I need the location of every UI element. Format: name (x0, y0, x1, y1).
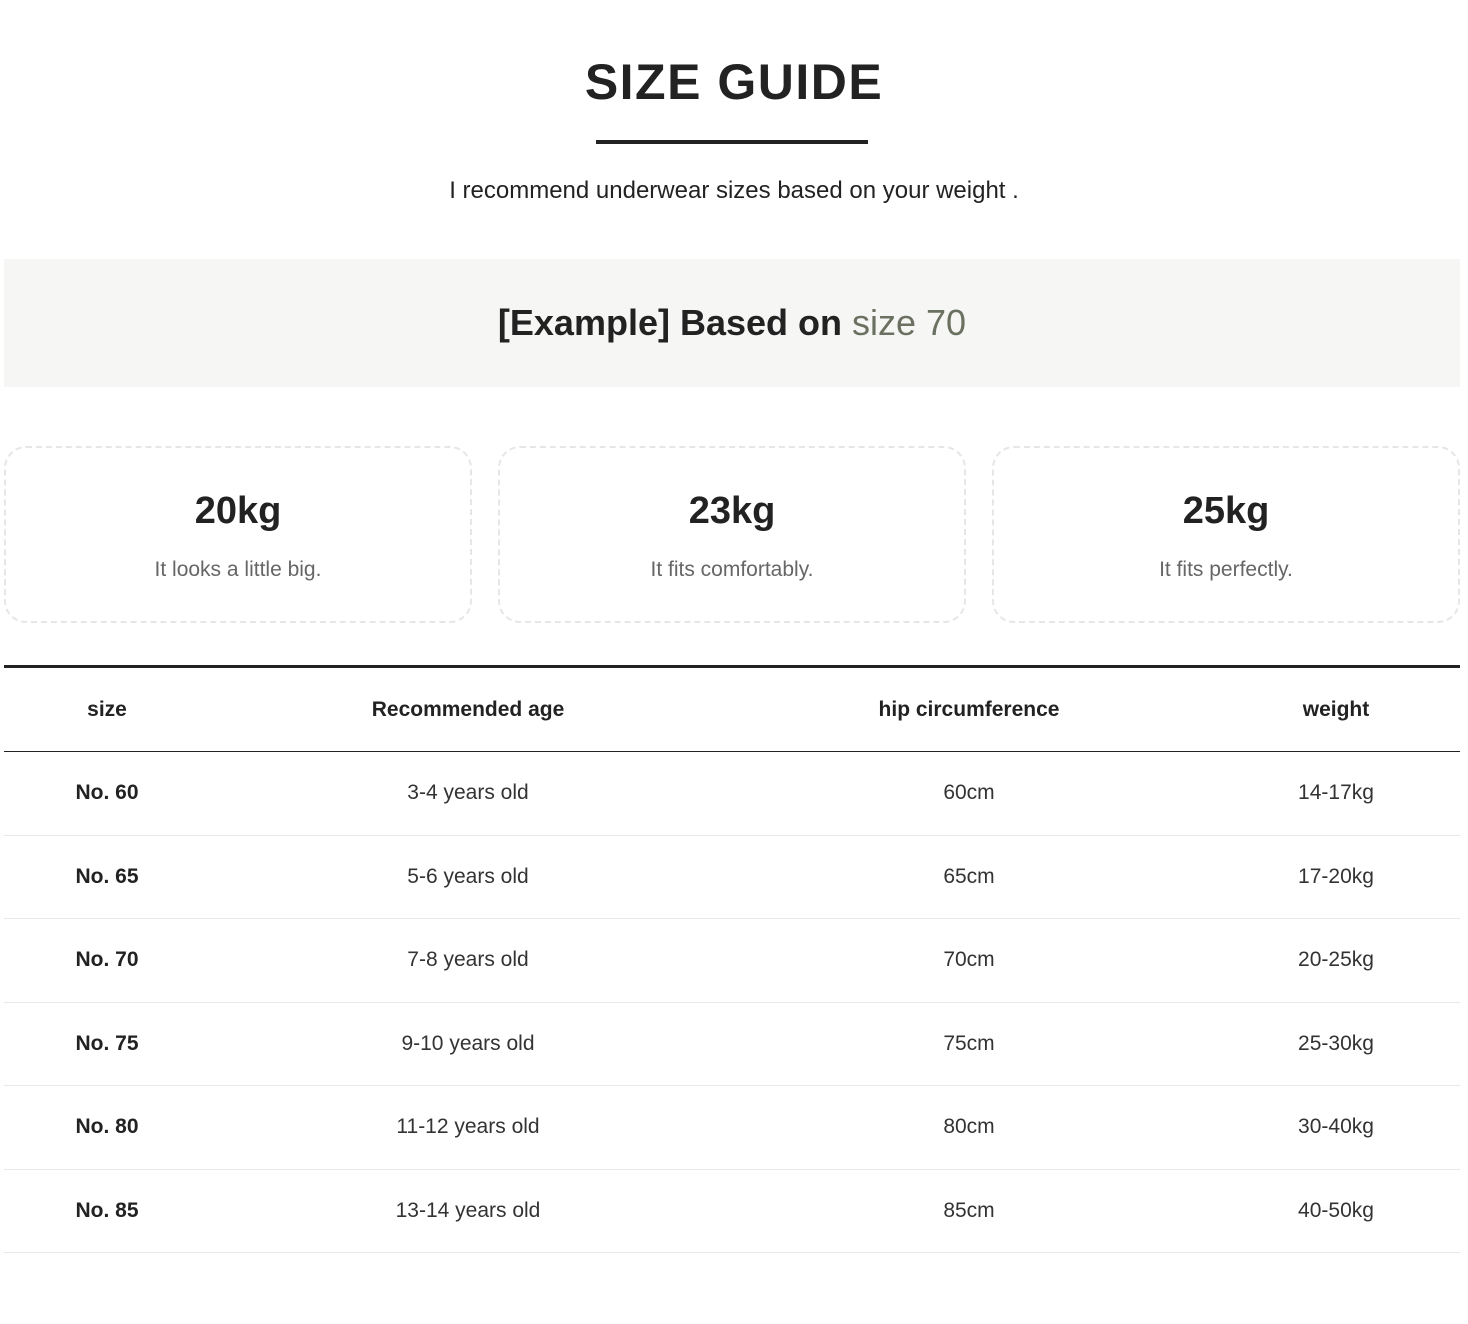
cell-weight: 20-25kg (1298, 948, 1374, 972)
page-subtitle: I recommend underwear sizes based on you… (449, 177, 1019, 204)
cell-hip: 85cm (943, 1198, 995, 1222)
size-table: size Recommended age hip circumference w… (4, 665, 1460, 1253)
cell-size: No. 60 (75, 781, 139, 805)
title-divider (596, 140, 868, 144)
column-header-size: size (87, 697, 127, 721)
cell-hip: 60cm (943, 781, 995, 805)
cell-weight: 40-50kg (1298, 1198, 1374, 1222)
column-header-age: Recommended age (371, 697, 565, 721)
table-row: No. 60 3-4 years old 60cm 14-17kg (4, 752, 1460, 835)
table-row: No. 70 7-8 years old 70cm 20-25kg (4, 919, 1460, 1002)
cell-weight: 30-40kg (1298, 1115, 1374, 1139)
table-header-row: size Recommended age hip circumference w… (4, 666, 1460, 752)
cell-age: 7-8 years old (407, 948, 529, 972)
cell-hip: 75cm (943, 1031, 995, 1055)
cell-weight: 17-20kg (1298, 864, 1374, 888)
cell-age: 13-14 years old (395, 1198, 541, 1222)
example-banner: [Example] Based on size 70 (4, 259, 1460, 387)
fit-card-2: 23kg It fits comfortably. (498, 446, 966, 623)
cell-size: No. 65 (75, 864, 139, 888)
cell-age: 9-10 years old (401, 1031, 535, 1055)
cell-weight: 25-30kg (1298, 1031, 1374, 1055)
cell-hip: 65cm (943, 864, 995, 888)
cell-weight: 14-17kg (1298, 781, 1374, 805)
cell-age: 5-6 years old (407, 864, 529, 888)
fit-card-note: It fits comfortably. (650, 558, 814, 581)
table-row: No. 80 11-12 years old 80cm 30-40kg (4, 1086, 1460, 1169)
fit-card-note: It fits perfectly. (1159, 558, 1293, 581)
cell-size: No. 70 (75, 948, 139, 972)
fit-card-weight: 25kg (1182, 490, 1270, 532)
fit-card-weight: 20kg (194, 490, 282, 532)
cell-size: No. 85 (75, 1198, 139, 1222)
fit-card-note: It looks a little big. (154, 558, 322, 581)
column-header-hip: hip circumference (878, 697, 1060, 721)
cell-age: 11-12 years old (396, 1115, 540, 1139)
table-row: No. 75 9-10 years old 75cm 25-30kg (4, 1002, 1460, 1086)
table-row: No. 65 5-6 years old 65cm 17-20kg (4, 835, 1460, 919)
cell-size: No. 75 (75, 1031, 139, 1055)
cell-hip: 70cm (943, 948, 995, 972)
example-lead-text: [Example] Based on (497, 302, 852, 343)
page-title: SIZE GUIDE (584, 54, 884, 110)
fit-card-3: 25kg It fits perfectly. (992, 446, 1460, 623)
cell-hip: 80cm (943, 1115, 995, 1139)
cell-age: 3-4 years old (407, 781, 529, 805)
example-size-highlight: size 70 (852, 302, 967, 343)
fit-card-weight: 23kg (688, 490, 776, 532)
cell-size: No. 80 (75, 1115, 139, 1139)
weight-fit-cards: 20kg It looks a little big. 23kg It fits… (4, 446, 1460, 623)
table-row: No. 85 13-14 years old 85cm 40-50kg (4, 1169, 1460, 1253)
fit-card-1: 20kg It looks a little big. (4, 446, 472, 623)
column-header-weight: weight (1302, 697, 1370, 721)
